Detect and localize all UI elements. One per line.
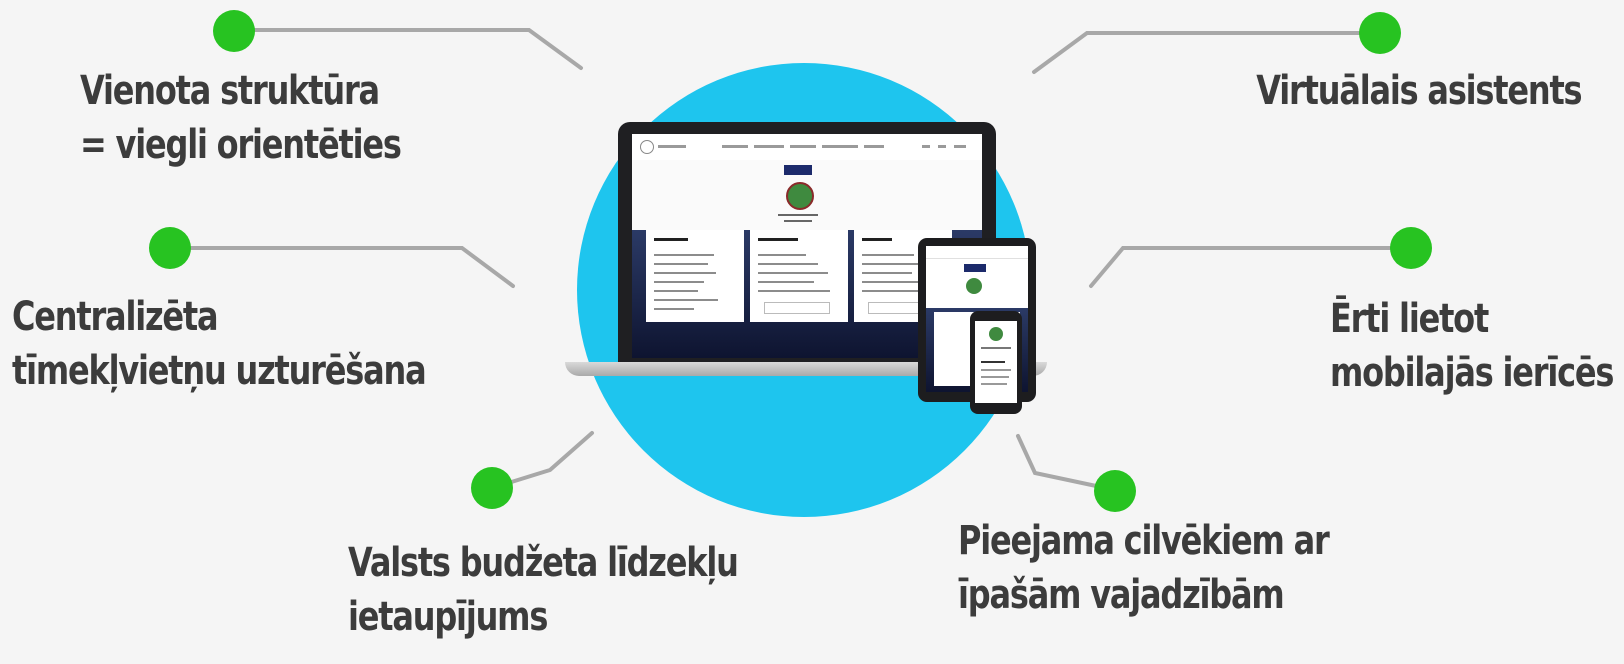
card-line: [758, 290, 830, 292]
label-line: Ērti lietot: [1330, 296, 1489, 342]
tablet-crest: [966, 278, 982, 294]
label-budget: Valsts budžeta līdzekļu ietaupījums: [348, 536, 739, 644]
phone-text: [981, 347, 1011, 349]
label-line: mobilajās ierīcēs: [1330, 350, 1614, 396]
screen-nav-bar: [822, 145, 858, 148]
card-line: [758, 263, 818, 265]
card-line: [862, 254, 914, 256]
card-heading: [862, 238, 892, 241]
diagram-canvas: Vienota struktūra = viegli orientēties C…: [0, 0, 1624, 664]
screen-text: [778, 214, 818, 216]
card-line: [654, 290, 698, 292]
screen-hero: [632, 160, 982, 230]
dot-mobile: [1390, 227, 1432, 269]
label-accessible: Pieejama cilvēkiem ar īpašām vajadzībām: [958, 514, 1330, 622]
card-line: [654, 254, 714, 256]
label-line: = viegli orientēties: [80, 122, 402, 168]
card-line: [654, 281, 704, 283]
screen-nav-bar: [864, 145, 884, 148]
tablet-nav: [926, 246, 1028, 259]
dot-assistant: [1359, 12, 1401, 54]
label-line: ietaupījums: [348, 594, 548, 640]
card-line: [758, 272, 828, 274]
screen-nav-bar: [790, 145, 816, 148]
label-unified-structure: Vienota struktūra = viegli orientēties: [80, 64, 402, 172]
phone-text: [981, 383, 1007, 385]
screen-card: [646, 230, 744, 322]
screen-nav-bar: [722, 145, 748, 148]
card-line: [654, 308, 694, 310]
phone-text: [981, 376, 1009, 378]
label-line: īpašām vajadzībām: [958, 572, 1285, 618]
card-line: [758, 281, 814, 283]
screen-nav-bar: [922, 145, 930, 148]
screen-flag: [784, 165, 812, 175]
connector-unified-structure: [232, 28, 583, 70]
card-heading: [758, 238, 798, 241]
card-line: [862, 290, 924, 292]
label-mobile: Ērti lietot mobilajās ierīcēs: [1330, 292, 1614, 400]
dot-budget: [471, 467, 513, 509]
screen-nav-bar: [954, 145, 966, 148]
label-line: Pieejama cilvēkiem ar: [958, 518, 1330, 564]
screen-nav-bar: [938, 145, 946, 148]
screen-card: [750, 230, 848, 322]
card-line: [654, 272, 716, 274]
screen-nav-bar: [658, 145, 686, 148]
card-button: [764, 302, 830, 314]
label-line: Virtuālais asistents: [1255, 68, 1582, 114]
label-line: tīmekļvietņu uzturēšana: [12, 348, 427, 394]
phone-text: [981, 369, 1011, 371]
card-line: [758, 254, 806, 256]
label-assistant: Virtuālais asistents: [1255, 64, 1582, 118]
phone-crest: [989, 327, 1003, 341]
screen-logo: [640, 140, 654, 154]
label-line: Vienota struktūra: [80, 68, 380, 114]
card-line: [654, 299, 718, 301]
screen-nav-bar: [754, 145, 784, 148]
coat-of-arms-icon: [786, 182, 814, 210]
dot-accessible: [1094, 470, 1136, 512]
label-line: Centralizēta: [12, 294, 219, 340]
phone-text: [981, 361, 1005, 363]
tablet-flag: [964, 264, 986, 272]
label-line: Valsts budžeta līdzekļu: [348, 540, 739, 586]
dot-unified-structure: [213, 10, 255, 52]
phone-screen: [975, 321, 1017, 403]
screen-text: [784, 220, 812, 222]
connector-centralized: [168, 246, 515, 288]
connector-mobile: [1089, 246, 1413, 288]
screen-nav: [632, 134, 982, 161]
dot-centralized: [149, 227, 191, 269]
label-centralized: Centralizēta tīmekļvietņu uzturēšana: [12, 290, 427, 398]
card-heading: [654, 238, 688, 241]
card-line: [654, 263, 708, 265]
card-line: [862, 272, 912, 274]
